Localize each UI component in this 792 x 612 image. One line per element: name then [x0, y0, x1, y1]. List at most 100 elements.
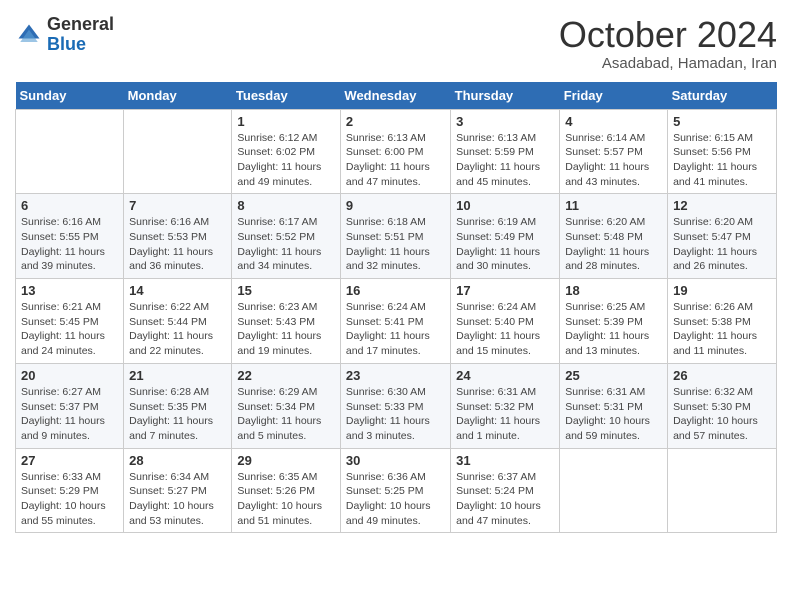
- day-info: Sunrise: 6:24 AM Sunset: 5:40 PM Dayligh…: [456, 300, 554, 359]
- day-info: Sunrise: 6:16 AM Sunset: 5:55 PM Dayligh…: [21, 215, 118, 274]
- day-number: 15: [237, 283, 335, 298]
- day-info: Sunrise: 6:12 AM Sunset: 6:02 PM Dayligh…: [237, 131, 335, 190]
- calendar-cell: 1 Sunrise: 6:12 AM Sunset: 6:02 PM Daylig…: [232, 109, 341, 194]
- logo-blue-text: Blue: [47, 34, 86, 54]
- calendar-cell: 23 Sunrise: 6:30 AM Sunset: 5:33 PM Dayli…: [340, 363, 450, 448]
- day-info: Sunrise: 6:36 AM Sunset: 5:25 PM Dayligh…: [346, 470, 445, 529]
- calendar-cell: 28Sunrise: 6:34 AM Sunset: 5:27 PM Dayli…: [124, 448, 232, 533]
- day-info: Sunrise: 6:20 AM Sunset: 5:48 PM Dayligh…: [565, 215, 662, 274]
- calendar-cell: 21 Sunrise: 6:28 AM Sunset: 5:35 PM Dayli…: [124, 363, 232, 448]
- day-info: Sunrise: 6:35 AM Sunset: 5:26 PM Dayligh…: [237, 470, 335, 529]
- day-info: Sunrise: 6:16 AM Sunset: 5:53 PM Dayligh…: [129, 215, 226, 274]
- calendar-cell: 6 Sunrise: 6:16 AM Sunset: 5:55 PM Daylig…: [16, 194, 124, 279]
- day-number: 29: [237, 453, 335, 468]
- header-day: Friday: [560, 82, 668, 110]
- calendar-cell: 11 Sunrise: 6:20 AM Sunset: 5:48 PM Dayli…: [560, 194, 668, 279]
- calendar-cell: 13 Sunrise: 6:21 AM Sunset: 5:45 PM Dayli…: [16, 279, 124, 364]
- calendar-cell: 10 Sunrise: 6:19 AM Sunset: 5:49 PM Dayli…: [451, 194, 560, 279]
- calendar-week-row: 27 Sunrise: 6:33 AM Sunset: 5:29 PM Dayli…: [16, 448, 777, 533]
- day-number: 12: [673, 198, 771, 213]
- day-number: 25: [565, 368, 662, 383]
- calendar-cell: 25Sunrise: 6:31 AM Sunset: 5:31 PM Dayli…: [560, 363, 668, 448]
- day-number: 27: [21, 453, 118, 468]
- calendar-cell: 30 Sunrise: 6:36 AM Sunset: 5:25 PM Dayli…: [340, 448, 450, 533]
- title-block: October 2024 Asadabad, Hamadan, Iran: [559, 15, 777, 72]
- logo-general-text: General: [47, 14, 114, 34]
- header-day: Thursday: [451, 82, 560, 110]
- calendar-cell: [560, 448, 668, 533]
- calendar-cell: 12Sunrise: 6:20 AM Sunset: 5:47 PM Dayli…: [668, 194, 777, 279]
- day-info: Sunrise: 6:27 AM Sunset: 5:37 PM Dayligh…: [21, 385, 118, 444]
- calendar-cell: 20 Sunrise: 6:27 AM Sunset: 5:37 PM Dayli…: [16, 363, 124, 448]
- day-number: 13: [21, 283, 118, 298]
- day-info: Sunrise: 6:32 AM Sunset: 5:30 PM Dayligh…: [673, 385, 771, 444]
- day-info: Sunrise: 6:25 AM Sunset: 5:39 PM Dayligh…: [565, 300, 662, 359]
- day-info: Sunrise: 6:17 AM Sunset: 5:52 PM Dayligh…: [237, 215, 335, 274]
- day-info: Sunrise: 6:18 AM Sunset: 5:51 PM Dayligh…: [346, 215, 445, 274]
- calendar-week-row: 20 Sunrise: 6:27 AM Sunset: 5:37 PM Dayli…: [16, 363, 777, 448]
- day-number: 2: [346, 114, 445, 129]
- calendar-cell: 2Sunrise: 6:13 AM Sunset: 6:00 PM Daylig…: [340, 109, 450, 194]
- calendar-week-row: 13 Sunrise: 6:21 AM Sunset: 5:45 PM Dayli…: [16, 279, 777, 364]
- day-number: 7: [129, 198, 226, 213]
- calendar-cell: [124, 109, 232, 194]
- day-number: 17: [456, 283, 554, 298]
- day-info: Sunrise: 6:21 AM Sunset: 5:45 PM Dayligh…: [21, 300, 118, 359]
- header: General Blue October 2024 Asadabad, Hama…: [15, 15, 777, 72]
- day-number: 3: [456, 114, 554, 129]
- calendar-cell: 19Sunrise: 6:26 AM Sunset: 5:38 PM Dayli…: [668, 279, 777, 364]
- day-info: Sunrise: 6:28 AM Sunset: 5:35 PM Dayligh…: [129, 385, 226, 444]
- day-number: 23: [346, 368, 445, 383]
- day-number: 1: [237, 114, 335, 129]
- day-number: 14: [129, 283, 226, 298]
- day-number: 9: [346, 198, 445, 213]
- header-day: Tuesday: [232, 82, 341, 110]
- day-number: 26: [673, 368, 771, 383]
- calendar-cell: 14 Sunrise: 6:22 AM Sunset: 5:44 PM Dayli…: [124, 279, 232, 364]
- header-day: Saturday: [668, 82, 777, 110]
- day-info: Sunrise: 6:30 AM Sunset: 5:33 PM Dayligh…: [346, 385, 445, 444]
- day-number: 22: [237, 368, 335, 383]
- day-number: 28: [129, 453, 226, 468]
- logo: General Blue: [15, 15, 114, 55]
- day-number: 16: [346, 283, 445, 298]
- calendar-body: 1 Sunrise: 6:12 AM Sunset: 6:02 PM Daylig…: [16, 109, 777, 533]
- logo-icon: [15, 21, 43, 49]
- calendar-cell: 26 Sunrise: 6:32 AM Sunset: 5:30 PM Dayli…: [668, 363, 777, 448]
- month-title: October 2024: [559, 15, 777, 55]
- calendar-cell: 17 Sunrise: 6:24 AM Sunset: 5:40 PM Dayli…: [451, 279, 560, 364]
- calendar-cell: 8Sunrise: 6:17 AM Sunset: 5:52 PM Daylig…: [232, 194, 341, 279]
- calendar-cell: 24 Sunrise: 6:31 AM Sunset: 5:32 PM Dayli…: [451, 363, 560, 448]
- day-number: 20: [21, 368, 118, 383]
- header-day: Monday: [124, 82, 232, 110]
- header-day: Wednesday: [340, 82, 450, 110]
- calendar-cell: 9 Sunrise: 6:18 AM Sunset: 5:51 PM Daylig…: [340, 194, 450, 279]
- day-number: 6: [21, 198, 118, 213]
- calendar-cell: 4Sunrise: 6:14 AM Sunset: 5:57 PM Daylig…: [560, 109, 668, 194]
- day-info: Sunrise: 6:33 AM Sunset: 5:29 PM Dayligh…: [21, 470, 118, 529]
- calendar-cell: [668, 448, 777, 533]
- calendar-cell: 27 Sunrise: 6:33 AM Sunset: 5:29 PM Dayli…: [16, 448, 124, 533]
- calendar-cell: 5 Sunrise: 6:15 AM Sunset: 5:56 PM Daylig…: [668, 109, 777, 194]
- day-number: 30: [346, 453, 445, 468]
- calendar-week-row: 6 Sunrise: 6:16 AM Sunset: 5:55 PM Daylig…: [16, 194, 777, 279]
- day-number: 5: [673, 114, 771, 129]
- calendar-table: SundayMondayTuesdayWednesdayThursdayFrid…: [15, 82, 777, 534]
- day-info: Sunrise: 6:23 AM Sunset: 5:43 PM Dayligh…: [237, 300, 335, 359]
- day-number: 10: [456, 198, 554, 213]
- day-number: 11: [565, 198, 662, 213]
- day-number: 24: [456, 368, 554, 383]
- day-number: 18: [565, 283, 662, 298]
- calendar-cell: [16, 109, 124, 194]
- day-info: Sunrise: 6:31 AM Sunset: 5:32 PM Dayligh…: [456, 385, 554, 444]
- calendar-cell: 31Sunrise: 6:37 AM Sunset: 5:24 PM Dayli…: [451, 448, 560, 533]
- day-info: Sunrise: 6:24 AM Sunset: 5:41 PM Dayligh…: [346, 300, 445, 359]
- day-info: Sunrise: 6:19 AM Sunset: 5:49 PM Dayligh…: [456, 215, 554, 274]
- day-number: 21: [129, 368, 226, 383]
- day-info: Sunrise: 6:22 AM Sunset: 5:44 PM Dayligh…: [129, 300, 226, 359]
- subtitle: Asadabad, Hamadan, Iran: [559, 55, 777, 72]
- day-info: Sunrise: 6:15 AM Sunset: 5:56 PM Dayligh…: [673, 131, 771, 190]
- calendar-header: SundayMondayTuesdayWednesdayThursdayFrid…: [16, 82, 777, 110]
- header-row: SundayMondayTuesdayWednesdayThursdayFrid…: [16, 82, 777, 110]
- calendar-cell: 22Sunrise: 6:29 AM Sunset: 5:34 PM Dayli…: [232, 363, 341, 448]
